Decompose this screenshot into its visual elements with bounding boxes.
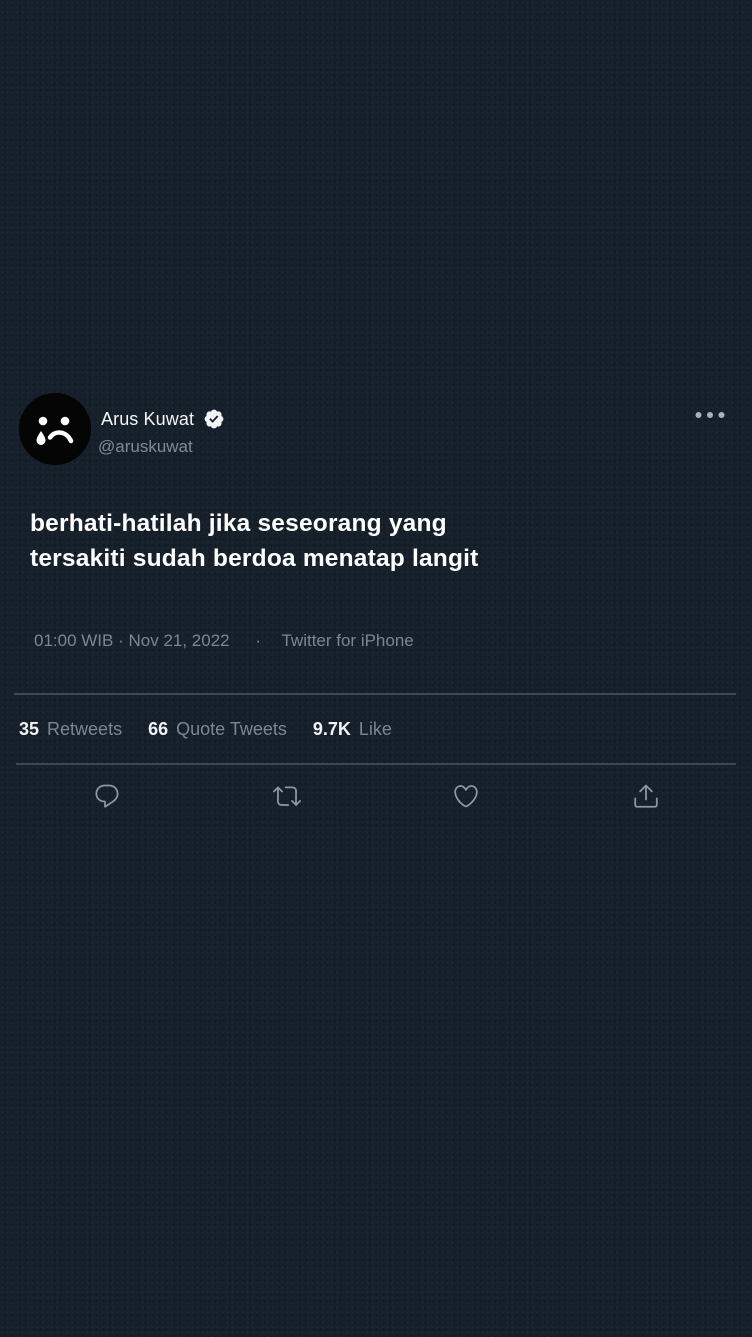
tweet-time[interactable]: 01:00 WIB <box>34 631 113 650</box>
tweet-source[interactable]: Twitter for iPhone <box>281 631 413 650</box>
retweets-stat[interactable]: 35 Retweets <box>19 719 122 740</box>
reply-button[interactable] <box>92 781 122 811</box>
more-dots-icon <box>695 412 725 418</box>
tweet-text: berhati-hatilah jika seseorang yang ters… <box>30 506 650 576</box>
divider <box>16 763 736 765</box>
likes-label: Like <box>358 719 392 739</box>
engagement-stats: 35 Retweets 66 Quote Tweets 9.7K Like <box>19 719 418 740</box>
meta-separator: · <box>118 631 129 650</box>
display-name[interactable]: Arus Kuwat <box>101 409 194 430</box>
likes-stat[interactable]: 9.7K Like <box>313 719 392 740</box>
tweet-actions-bar <box>0 781 752 811</box>
reply-icon <box>95 784 119 808</box>
quote-tweets-label: Quote Tweets <box>176 719 287 739</box>
like-icon <box>454 785 478 808</box>
share-button[interactable] <box>631 781 661 811</box>
retweet-icon <box>273 786 301 806</box>
verified-badge-icon <box>203 408 225 430</box>
author-handle[interactable]: @aruskuwat <box>98 437 193 457</box>
retweet-button[interactable] <box>272 781 302 811</box>
more-options-button[interactable] <box>690 404 730 426</box>
share-icon <box>634 784 658 808</box>
author-name-row: Arus Kuwat <box>101 408 225 430</box>
sad-face-icon <box>19 393 91 465</box>
like-button[interactable] <box>451 781 481 811</box>
likes-count: 9.7K <box>312 719 351 739</box>
avatar[interactable] <box>19 393 91 465</box>
tweet-detail: Arus Kuwat @aruskuwat berhati-hatilah ji… <box>0 0 752 1337</box>
divider <box>14 693 736 695</box>
tweet-text-line: berhati-hatilah jika seseorang yang <box>30 510 447 537</box>
retweets-count: 35 <box>19 719 40 739</box>
quote-tweets-count: 66 <box>148 719 169 739</box>
quote-tweets-stat[interactable]: 66 Quote Tweets <box>148 719 287 740</box>
tweet-meta: 01:00 WIB · Nov 21, 2022 · Twitter for i… <box>34 631 414 651</box>
tweet-date[interactable]: Nov 21, 2022 <box>129 631 230 650</box>
retweets-label: Retweets <box>47 719 123 739</box>
meta-separator: · <box>255 631 262 650</box>
tweet-text-line: tersakiti sudah berdoa menatap langit <box>30 545 479 572</box>
